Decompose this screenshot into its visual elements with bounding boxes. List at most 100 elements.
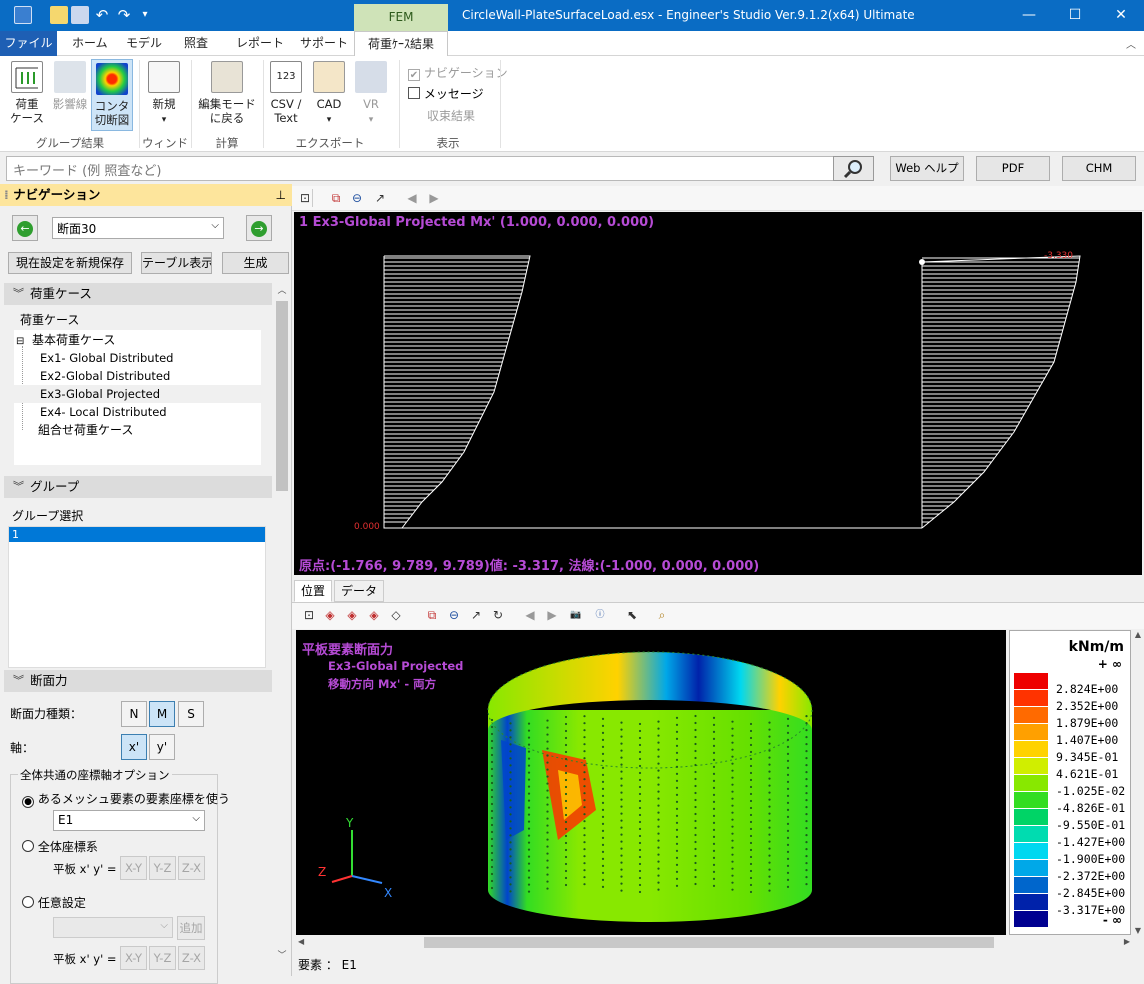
table-display-button[interactable]: テーブル表示: [141, 252, 212, 274]
rotate-icon[interactable]: ↻: [490, 607, 506, 623]
fit-view-icon[interactable]: ⊡: [297, 190, 313, 206]
plane-yz-button[interactable]: Y-Z: [149, 946, 176, 970]
force-type-n-toggle[interactable]: N: [121, 701, 147, 727]
nav-scrollbar[interactable]: ︿ ﹀: [274, 283, 290, 963]
horizontal-scroll-thumb[interactable]: [424, 937, 994, 948]
cube-front-icon[interactable]: ◈: [322, 607, 338, 623]
csv-text-export-button[interactable]: 123 CSV / Text: [268, 61, 304, 125]
contour-3d-canvas[interactable]: 平板要素断面力 Ex3-Global Projected 移動方向 Mx' - …: [296, 630, 1006, 935]
tab-model[interactable]: モデル: [114, 31, 174, 56]
info-icon[interactable]: ⓘ: [592, 607, 608, 623]
pdf-help-button[interactable]: PDF: [976, 156, 1050, 181]
chevron-down-icon: ⌵: [192, 813, 200, 824]
cad-export-button[interactable]: CAD ▾: [310, 61, 348, 127]
generate-button[interactable]: 生成: [222, 252, 289, 274]
plane-xy-button[interactable]: X-Y: [120, 856, 147, 880]
convergence-result-button[interactable]: 収束結果: [427, 107, 475, 124]
group-list[interactable]: 1: [8, 526, 266, 668]
plane-xy-button[interactable]: X-Y: [120, 946, 147, 970]
redo-icon[interactable]: ↷: [115, 6, 133, 24]
legend-swatch: [1014, 894, 1048, 910]
back-icon[interactable]: ◀: [522, 607, 538, 623]
zoom-window-icon[interactable]: ⧉: [424, 607, 440, 623]
radio-mesh-element[interactable]: ● あるメッシュ要素の要素座標を使う: [22, 790, 230, 808]
save-settings-button[interactable]: 現在設定を新規保存: [8, 252, 132, 274]
search-input[interactable]: キーワード (例 照査など): [6, 156, 874, 181]
view3d-vertical-scrollbar[interactable]: ▲ ▼: [1132, 630, 1144, 935]
cube-iso-icon[interactable]: ◇: [388, 607, 404, 623]
new-file-icon[interactable]: [50, 6, 68, 24]
tab-data[interactable]: データ: [334, 580, 385, 602]
custom-select[interactable]: ⌵: [53, 917, 173, 938]
load-case-section-header[interactable]: ︾ 荷重ケース: [4, 283, 272, 305]
cube-side-icon[interactable]: ◈: [366, 607, 382, 623]
customize-qat-icon[interactable]: ▾: [136, 6, 154, 24]
select-icon[interactable]: ⬉: [624, 607, 640, 623]
influence-line-button[interactable]: 影響線: [50, 61, 90, 111]
pin-icon[interactable]: ⊥: [276, 184, 286, 206]
tab-check[interactable]: 照査: [172, 31, 220, 56]
tab-home[interactable]: ホーム: [60, 31, 120, 56]
contour-section-button[interactable]: コンタ 切断図: [91, 59, 133, 131]
tree-node-combo-load-case[interactable]: 組合せ荷重ケース: [38, 421, 133, 439]
next-section-button[interactable]: →: [246, 215, 272, 241]
chm-help-button[interactable]: CHM: [1062, 156, 1136, 181]
pan-icon[interactable]: ↗: [372, 190, 388, 206]
mesh-element-select[interactable]: E1 ⌵: [53, 810, 205, 831]
message-checkbox[interactable]: メッセージ: [408, 85, 484, 102]
plane-zx-button[interactable]: Z-X: [178, 946, 205, 970]
radio-global-coords[interactable]: 全体座標系: [22, 838, 98, 855]
tab-support[interactable]: サポート: [288, 31, 360, 56]
force-type-s-toggle[interactable]: S: [178, 701, 204, 727]
tab-load-case-result[interactable]: 荷重ｹｰｽ結果: [354, 31, 448, 57]
add-button[interactable]: 追加: [177, 916, 205, 940]
back-to-edit-button[interactable]: 編集モード に戻る: [196, 61, 258, 125]
new-window-button[interactable]: 新規 ▾: [144, 61, 184, 127]
fit-view-icon[interactable]: ⊡: [301, 607, 317, 623]
load-case-item-selected[interactable]: Ex3-Global Projected: [40, 385, 160, 403]
pan-icon[interactable]: ↗: [468, 607, 484, 623]
web-help-button[interactable]: Web ヘルプ: [890, 156, 964, 181]
axis-x-toggle[interactable]: x': [121, 734, 147, 760]
forward-icon[interactable]: ▶: [426, 190, 442, 206]
group-list-item-selected[interactable]: 1: [9, 527, 265, 542]
tab-position[interactable]: 位置: [294, 580, 333, 602]
group-section-header[interactable]: ︾ グループ: [4, 476, 272, 498]
screenshot-icon[interactable]: 📷: [568, 607, 584, 623]
tab-report[interactable]: レポート: [224, 31, 296, 56]
vr-export-button[interactable]: VR ▾: [352, 61, 390, 127]
find-icon[interactable]: ⌕: [654, 607, 670, 623]
search-button[interactable]: [833, 156, 874, 181]
cube-top-icon[interactable]: ◈: [344, 607, 360, 623]
zoom-window-icon[interactable]: ⧉: [328, 190, 344, 206]
navigation-checkbox[interactable]: ✔ ナビゲーション: [408, 64, 508, 81]
tree-node-basic-load-case[interactable]: ⊟ 基本荷重ケース: [16, 331, 115, 351]
zoom-out-icon[interactable]: ⊖: [446, 607, 462, 623]
section-select[interactable]: 断面30 ⌵: [52, 217, 224, 239]
view3d-horizontal-scrollbar[interactable]: ◀ ▶: [296, 935, 1132, 950]
tab-file[interactable]: ファイル: [0, 31, 57, 56]
prev-section-button[interactable]: ←: [12, 215, 38, 241]
radio-custom[interactable]: 任意設定: [22, 894, 86, 911]
axis-y-toggle[interactable]: y': [149, 734, 175, 760]
collapse-ribbon-icon[interactable]: ︿: [1126, 36, 1136, 51]
maximize-button[interactable]: ☐: [1052, 0, 1098, 31]
forward-icon[interactable]: ▶: [544, 607, 560, 623]
section-diagram-canvas[interactable]: 1 Ex3-Global Projected Mx' (1.000, 0.000…: [294, 212, 1142, 575]
plane-yz-button[interactable]: Y-Z: [149, 856, 176, 880]
undo-icon[interactable]: ↶: [93, 6, 111, 24]
minimize-button[interactable]: —: [1006, 0, 1052, 31]
close-button[interactable]: ✕: [1098, 0, 1144, 31]
section-force-header[interactable]: ︾ 断面力: [4, 670, 272, 692]
plane-zx-button[interactable]: Z-X: [178, 856, 205, 880]
scroll-thumb[interactable]: [276, 301, 288, 491]
load-case-item[interactable]: Ex2-Global Distributed: [40, 367, 170, 385]
back-icon[interactable]: ◀: [404, 190, 420, 206]
load-case-item[interactable]: Ex1- Global Distributed: [40, 349, 173, 367]
zoom-out-icon[interactable]: ⊖: [349, 190, 365, 206]
load-case-item[interactable]: Ex4- Local Distributed: [40, 403, 167, 421]
save-icon[interactable]: [71, 6, 89, 24]
force-type-m-toggle[interactable]: M: [149, 701, 175, 727]
tree-root-load-case[interactable]: 荷重ケース: [20, 311, 79, 329]
load-case-button[interactable]: 荷重 ケース: [6, 61, 48, 125]
